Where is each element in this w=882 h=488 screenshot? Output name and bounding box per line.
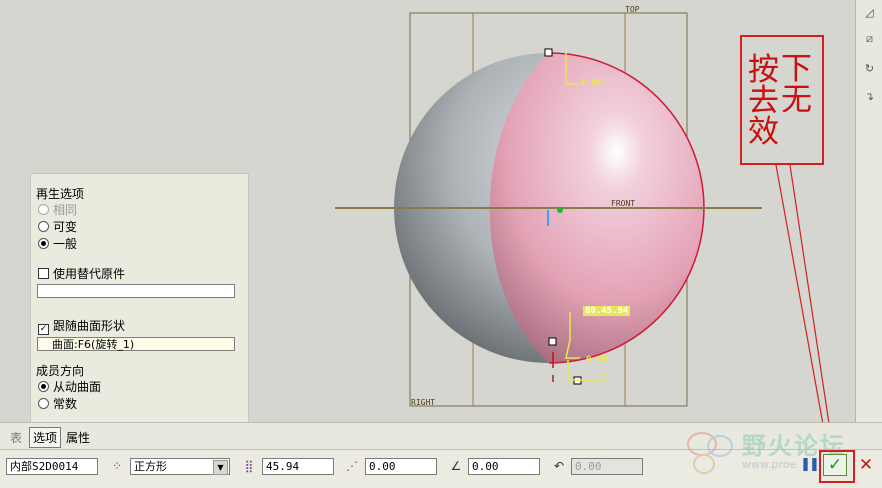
ok-button[interactable]: ✓ [823,454,847,476]
origin-marker [557,207,563,213]
callout-arrow-1 [775,164,824,422]
dimension-bottom[interactable]: 0.00 [586,355,608,365]
substitute-field[interactable] [37,284,235,298]
spacing-icon: ⣿ [244,459,254,473]
surface-reference-field[interactable]: 曲面:F6(旋转_1) [37,337,235,351]
drag-handle-top [544,48,553,57]
angle-field[interactable]: 0.00 [468,458,540,475]
datum-label-top[interactable]: TOP [625,5,639,14]
direction-driven-option[interactable]: 从动曲面 [38,378,101,395]
datum-plane-tool-icon[interactable]: ◿ [861,4,878,21]
offset-field[interactable]: 0.00 [365,458,437,475]
pattern-shape-select[interactable]: 正方形 ▼ [130,458,230,475]
regen-variable-option[interactable]: 可变 [38,218,77,235]
annotation-callout: 按去效 下无 [740,35,824,165]
cancel-button[interactable]: ✕ [856,455,876,475]
tab-table[interactable]: 表 [7,428,25,447]
pattern-shape-icon: ⁘ [111,459,123,473]
offset-icon: ⋰ [346,459,358,473]
dimension-top[interactable]: 0.00 [580,79,602,89]
pattern-shape-value: 正方形 [134,460,167,473]
direction-constant-option[interactable]: 常数 [38,395,77,412]
rotate-tool-icon[interactable]: ↻ [861,60,878,77]
sketch-name-field[interactable]: 内部S2D0014 [6,458,98,475]
pause-button[interactable]: ❚❚ [800,455,820,475]
member-direction-title: 成员方向 [36,364,85,378]
regen-options-title: 再生选项 [36,187,85,201]
use-substitute-checkbox[interactable]: 使用替代原件 [38,265,125,282]
rotation-icon: ↶ [553,459,565,473]
butterfly-logo-icon [687,432,733,474]
annotation-text-right: 下无 [781,51,812,118]
spacing-field[interactable]: 45.94 [262,458,334,475]
regen-same-option: 相同 [38,201,77,218]
right-toolbar: ◿ ⧄ ↻ ↴ [855,0,882,422]
tab-properties[interactable]: 属性 [63,428,93,447]
angle-icon: ∠ [450,459,462,473]
datum-axis-tool-icon[interactable]: ⧄ [861,30,878,47]
options-panel: 再生选项 相同 可变 一般 使用替代原件 ✓ 跟随曲面形状 曲面:F6(旋转_1)… [30,173,249,423]
dimension-angle[interactable]: 80.45.94 [583,306,631,316]
chevron-down-icon[interactable]: ▼ [213,460,228,475]
drag-handle-mid [548,337,557,346]
sketch-tool-icon[interactable]: ↴ [861,88,878,105]
callout-arrow-2 [789,164,830,422]
watermark-url: www.proe [742,458,797,471]
tab-options[interactable]: 选项 [29,427,62,448]
datum-label-right[interactable]: RIGHT [411,398,435,407]
follow-surface-checkbox[interactable]: ✓ 跟随曲面形状 [38,317,125,335]
regen-general-option[interactable]: 一般 [38,235,77,252]
rotation-field: 0.00 [571,458,643,475]
datum-label-front[interactable]: FRONT [611,199,635,208]
annotation-text-left: 按去效 [748,52,779,150]
